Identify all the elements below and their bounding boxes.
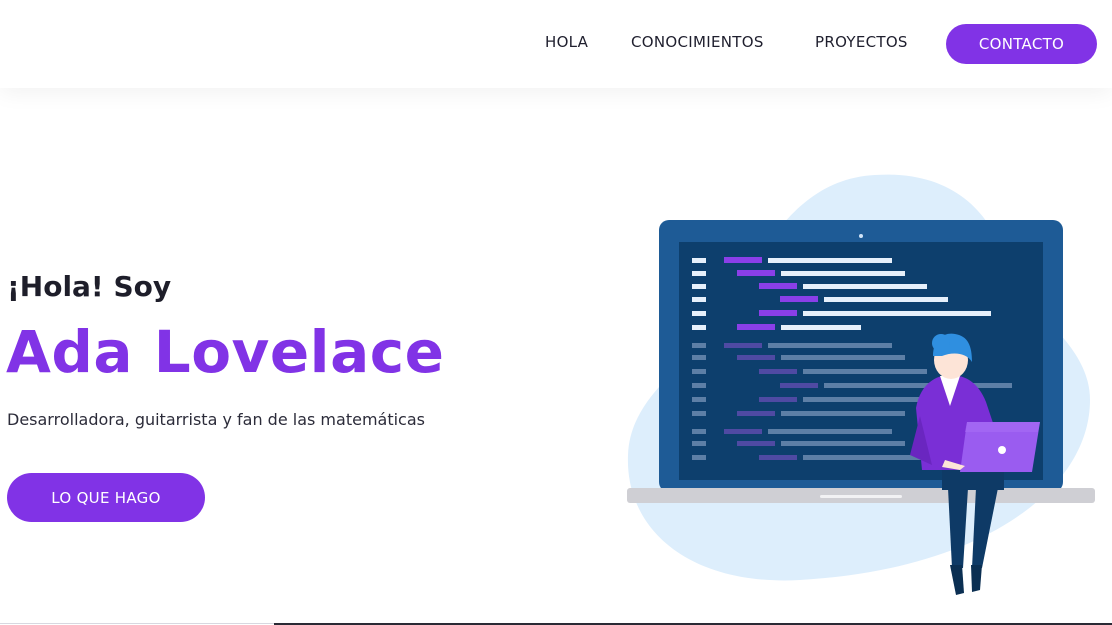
nav-link-conocimientos[interactable]: CONOCIMIENTOS: [631, 33, 764, 51]
contact-button[interactable]: CONTACTO: [946, 24, 1097, 64]
hero-greeting: ¡Hola! Soy: [7, 270, 172, 303]
developer-laptop-illustration: [627, 174, 1095, 595]
hero-cta-button[interactable]: LO QUE HAGO: [7, 473, 205, 522]
divider-left: [0, 623, 274, 624]
nav-link-proyectos[interactable]: PROYECTOS: [815, 33, 908, 51]
nav-link-hola[interactable]: HOLA: [545, 33, 588, 51]
hero-subtitle: Desarrolladora, guitarrista y fan de las…: [7, 410, 425, 429]
hero-name: Ada Lovelace: [6, 318, 445, 386]
navbar: HOLA CONOCIMIENTOS PROYECTOS CONTACTO: [0, 0, 1112, 88]
